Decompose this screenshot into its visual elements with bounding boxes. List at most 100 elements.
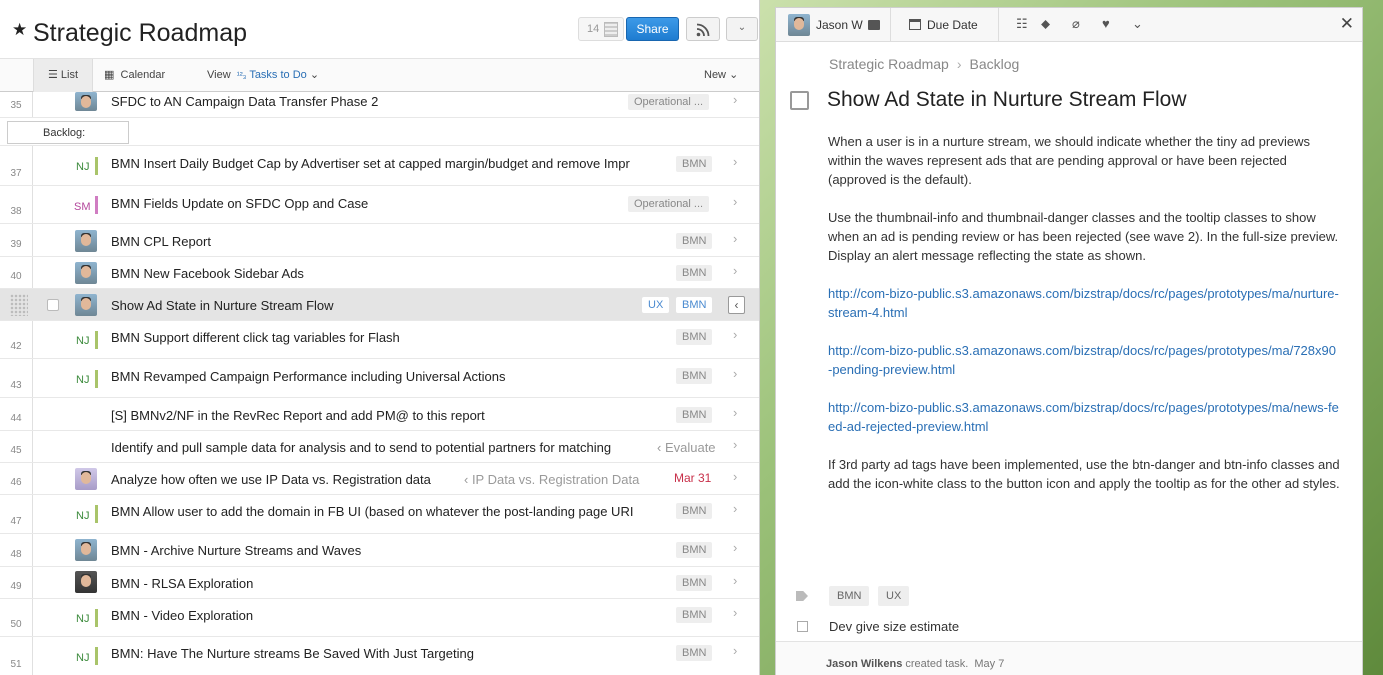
task-row[interactable]: 37 NJ BMN Insert Daily Budget Cap by Adv… bbox=[0, 146, 759, 186]
tag-badge[interactable]: Operational ... bbox=[628, 94, 710, 110]
chevron-right-icon[interactable]: › bbox=[733, 327, 737, 342]
task-row[interactable]: 38 SM BMN Fields Update on SFDC Opp and … bbox=[0, 186, 759, 224]
chevron-right-icon[interactable]: › bbox=[733, 437, 737, 452]
chevron-right-icon[interactable]: › bbox=[733, 501, 737, 516]
tag-icon[interactable]: ⬥ bbox=[1041, 16, 1050, 32]
task-title[interactable]: Show Ad State in Nurture Stream Flow bbox=[827, 88, 1187, 112]
task-name[interactable]: BMN - RLSA Exploration bbox=[111, 576, 671, 591]
tag-chip[interactable]: BMN bbox=[829, 586, 870, 606]
task-description[interactable]: When a user is in a nurture stream, we s… bbox=[828, 132, 1340, 512]
task-name[interactable]: Show Ad State in Nurture Stream Flow bbox=[111, 298, 671, 313]
task-name[interactable]: BMN New Facebook Sidebar Ads bbox=[111, 266, 671, 281]
tag-badge[interactable]: BMN bbox=[676, 233, 713, 249]
chevron-right-icon[interactable]: › bbox=[733, 92, 737, 107]
breadcrumb-project[interactable]: Strategic Roadmap bbox=[829, 56, 949, 72]
due-date-button[interactable]: Due Date bbox=[891, 8, 999, 41]
chevron-down-icon[interactable]: ⌄ bbox=[1132, 16, 1143, 32]
task-name[interactable]: BMN Revamped Campaign Performance includ… bbox=[111, 369, 671, 384]
share-button[interactable]: Share bbox=[626, 17, 679, 41]
complete-task-checkbox[interactable] bbox=[790, 91, 809, 110]
task-name[interactable]: BMN Support different click tag variable… bbox=[111, 330, 671, 345]
drag-handle-icon[interactable] bbox=[10, 294, 28, 316]
tag-chip[interactable]: UX bbox=[878, 586, 910, 606]
activity-user[interactable]: Jason Wilkens bbox=[826, 658, 902, 670]
collapse-detail-button[interactable]: ‹ bbox=[728, 296, 745, 314]
task-row[interactable]: 45 Identify and pull sample data for ana… bbox=[0, 431, 759, 463]
subtask-name[interactable]: Dev give size estimate bbox=[829, 619, 959, 634]
tag-badge[interactable]: BMN bbox=[676, 265, 713, 281]
tag-badge[interactable]: BMN bbox=[676, 407, 713, 423]
close-icon[interactable]: ✕ bbox=[1340, 14, 1354, 34]
task-name[interactable]: [S] BMNv2/NF in the RevRec Report and ad… bbox=[111, 408, 671, 423]
subtask-row[interactable]: Dev give size estimate bbox=[776, 618, 1362, 642]
tag-badge[interactable]: BMN bbox=[676, 542, 713, 558]
chevron-right-icon[interactable]: › bbox=[733, 366, 737, 381]
chevron-right-icon[interactable]: › bbox=[733, 605, 737, 620]
description-link[interactable]: http://com-bizo-public.s3.amazonaws.com/… bbox=[828, 284, 1340, 322]
attachment-icon[interactable]: ⌀ bbox=[1072, 16, 1080, 32]
due-date[interactable]: Mar 31 bbox=[674, 471, 711, 485]
task-name[interactable]: Analyze how often we use IP Data vs. Reg… bbox=[111, 472, 456, 487]
subtask-checkbox[interactable] bbox=[797, 621, 808, 632]
tag-badge[interactable]: BMN bbox=[676, 329, 713, 345]
task-row[interactable]: 35 SFDC to AN Campaign Data Transfer Pha… bbox=[0, 92, 759, 118]
subtasks-icon[interactable]: ☷ bbox=[1016, 16, 1028, 32]
tag-badge[interactable]: BMN bbox=[676, 297, 713, 313]
task-row[interactable]: 40 BMN New Facebook Sidebar Ads BMN › bbox=[0, 257, 759, 289]
description-link[interactable]: http://com-bizo-public.s3.amazonaws.com/… bbox=[828, 341, 1340, 379]
task-row[interactable]: 48 BMN - Archive Nurture Streams and Wav… bbox=[0, 534, 759, 567]
rss-button[interactable] bbox=[686, 17, 720, 41]
tag-badge[interactable]: BMN bbox=[676, 368, 713, 384]
task-row[interactable]: 47 NJ BMN Allow user to add the domain i… bbox=[0, 495, 759, 534]
task-row[interactable]: 49 BMN - RLSA Exploration BMN › bbox=[0, 567, 759, 599]
task-name[interactable]: Identify and pull sample data for analys… bbox=[111, 440, 656, 455]
star-icon[interactable]: ★ bbox=[12, 20, 27, 40]
task-row[interactable]: 39 BMN CPL Report BMN › bbox=[0, 224, 759, 257]
task-name[interactable]: BMN Fields Update on SFDC Opp and Case bbox=[111, 196, 671, 211]
chevron-right-icon[interactable]: › bbox=[733, 405, 737, 420]
chevron-right-icon[interactable]: › bbox=[733, 469, 737, 484]
tag-badge[interactable]: Operational ... bbox=[628, 196, 710, 212]
calendar-view-tab[interactable]: ▦ Calendar bbox=[104, 59, 165, 92]
tag-badge-ux[interactable]: UX bbox=[642, 297, 670, 313]
chevron-right-icon[interactable]: › bbox=[733, 263, 737, 278]
task-name[interactable]: SFDC to AN Campaign Data Transfer Phase … bbox=[111, 94, 671, 109]
tag-badge[interactable]: BMN bbox=[676, 575, 713, 591]
chevron-right-icon[interactable]: › bbox=[733, 154, 737, 169]
tag-badge[interactable]: BMN bbox=[676, 156, 713, 172]
task-row[interactable]: 46 Analyze how often we use IP Data vs. … bbox=[0, 463, 759, 495]
new-task-dropdown[interactable]: New ⌄ bbox=[704, 59, 738, 92]
parent-task-link[interactable]: ‹ Evaluate bbox=[657, 440, 717, 455]
task-row-selected[interactable]: Show Ad State in Nurture Stream Flow UX … bbox=[0, 289, 759, 321]
parent-task-link[interactable]: ‹ IP Data vs. Registration Data bbox=[464, 472, 639, 487]
task-name[interactable]: BMN - Video Exploration bbox=[111, 608, 671, 623]
followers-count[interactable]: 14 bbox=[578, 17, 624, 41]
chevron-right-icon[interactable]: › bbox=[733, 540, 737, 555]
task-name[interactable]: BMN: Have The Nurture streams Be Saved W… bbox=[111, 646, 671, 661]
chevron-right-icon[interactable]: › bbox=[733, 573, 737, 588]
task-name[interactable]: BMN Insert Daily Budget Cap by Advertise… bbox=[111, 156, 671, 171]
task-row[interactable]: 50 NJ BMN - Video Exploration BMN › bbox=[0, 599, 759, 637]
task-row[interactable]: 42 NJ BMN Support different click tag va… bbox=[0, 321, 759, 359]
chevron-right-icon[interactable]: › bbox=[733, 194, 737, 209]
tag-badge[interactable]: BMN bbox=[676, 645, 713, 661]
breadcrumb-section[interactable]: Backlog bbox=[970, 56, 1020, 72]
task-row[interactable]: 44 [S] BMNv2/NF in the RevRec Report and… bbox=[0, 398, 759, 431]
section-label-backlog[interactable]: Backlog: bbox=[7, 121, 129, 144]
task-row[interactable]: 51 NJ BMN: Have The Nurture streams Be S… bbox=[0, 637, 759, 675]
task-row[interactable]: 43 NJ BMN Revamped Campaign Performance … bbox=[0, 359, 759, 398]
more-options-button[interactable]: ⌄ bbox=[726, 17, 758, 41]
view-filter-dropdown[interactable]: View ¹²₃ Tasks to Do ⌄ bbox=[207, 59, 319, 92]
chevron-right-icon[interactable]: › bbox=[733, 231, 737, 246]
chevron-right-icon[interactable]: › bbox=[733, 643, 737, 658]
tag-badge[interactable]: BMN bbox=[676, 607, 713, 623]
list-view-tab[interactable]: ☰ List bbox=[33, 59, 93, 92]
task-name[interactable]: BMN - Archive Nurture Streams and Waves bbox=[111, 543, 671, 558]
task-name[interactable]: BMN Allow user to add the domain in FB U… bbox=[111, 504, 671, 519]
task-checkbox[interactable] bbox=[47, 299, 59, 311]
assignee-button[interactable]: Jason W bbox=[776, 8, 891, 41]
task-name[interactable]: BMN CPL Report bbox=[111, 234, 671, 249]
tag-badge[interactable]: BMN bbox=[676, 503, 713, 519]
heart-icon[interactable]: ♥ bbox=[1102, 16, 1110, 31]
description-link[interactable]: http://com-bizo-public.s3.amazonaws.com/… bbox=[828, 398, 1340, 436]
